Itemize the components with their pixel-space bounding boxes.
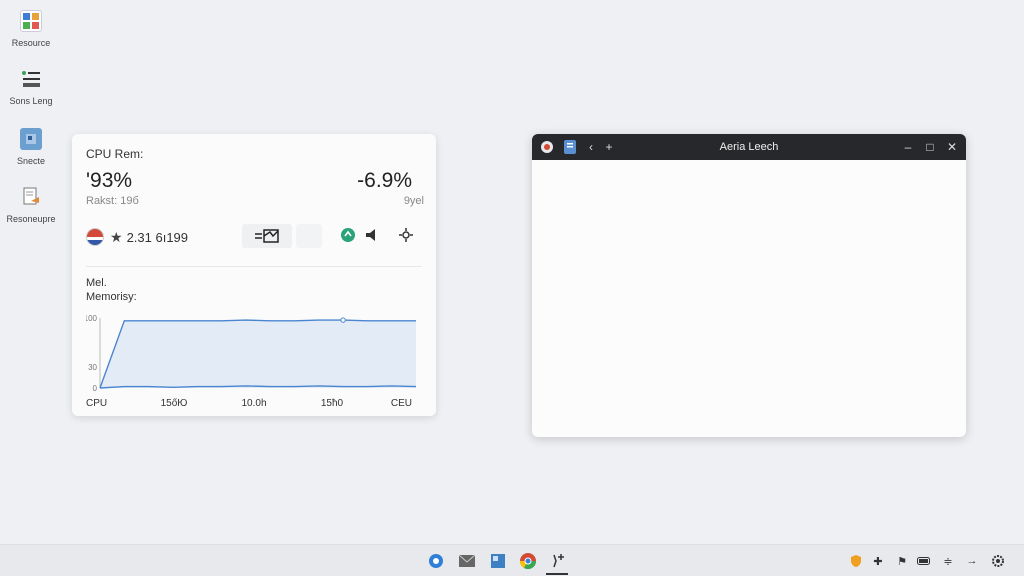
window-content[interactable] bbox=[532, 160, 966, 437]
settings-sparkle-icon[interactable] bbox=[398, 227, 414, 246]
taskbar: ✚ ⚑ ≑ → bbox=[0, 544, 1024, 576]
maximize-button[interactable]: □ bbox=[922, 134, 938, 160]
browser-window[interactable]: ‹ + Aeria Leech – □ ✕ bbox=[532, 134, 966, 437]
mail-icon[interactable] bbox=[457, 551, 477, 571]
desktop-icon-resource[interactable]: Resource bbox=[8, 10, 54, 48]
window-icon bbox=[20, 128, 42, 150]
plus-icon[interactable]: ✚ bbox=[870, 553, 886, 569]
rank-label: Rakst: 19б bbox=[86, 195, 139, 207]
settings-icon[interactable] bbox=[990, 553, 1006, 569]
x-tick-label: 10.0h bbox=[241, 398, 266, 409]
wifi-icon[interactable]: ≑ bbox=[940, 553, 956, 569]
desktop-icon-label: Snecte bbox=[16, 156, 46, 166]
star-icon[interactable]: ★ bbox=[110, 229, 123, 246]
document-edit-icon bbox=[20, 186, 42, 208]
desktop-icon-label: Resoneupre bbox=[6, 214, 56, 224]
widget-title: CPU Rem: bbox=[86, 147, 144, 161]
titlebar: ‹ + Aeria Leech – □ ✕ bbox=[532, 134, 966, 160]
desktop-icon-snecte[interactable]: Snecte bbox=[8, 128, 54, 166]
active-indicator bbox=[546, 573, 568, 575]
chart-flag-icon bbox=[255, 229, 279, 243]
x-tick-label: 15őЮ bbox=[161, 398, 188, 409]
desktop-icon-sons-leng[interactable]: Sons Leng bbox=[8, 68, 54, 106]
battery-icon[interactable] bbox=[916, 553, 932, 569]
change-percent: -6.9% bbox=[357, 169, 412, 192]
list-icon bbox=[20, 68, 42, 90]
resource-icon bbox=[20, 10, 42, 32]
secondary-button[interactable] bbox=[296, 224, 322, 248]
desktop-icon-label: Resource bbox=[11, 38, 51, 48]
gear-badge-icon[interactable] bbox=[426, 551, 446, 571]
memory-label-short: Mel. bbox=[86, 277, 107, 289]
memory-chart: 100 30 0 CPU 15őЮ 10.0h 15ħ0 CEU bbox=[86, 314, 417, 409]
desktop-icon-resoneupre[interactable]: Resoneupre bbox=[6, 186, 56, 224]
cpu-percent: '93% bbox=[86, 169, 133, 192]
x-tick-label: CPU bbox=[86, 398, 107, 409]
cpu-widget: CPU Rem: '93% -6.9% Rakst: 19б 9yel ★ 2.… bbox=[72, 134, 436, 416]
y-tick-label: 100 bbox=[86, 314, 98, 323]
sparkle-icon[interactable] bbox=[548, 551, 568, 571]
y-tick-label: 30 bbox=[88, 363, 97, 372]
x-tick-label: CEU bbox=[391, 398, 412, 409]
series-area bbox=[100, 320, 416, 388]
minimize-button[interactable]: – bbox=[900, 134, 916, 160]
yield-label: 9yel bbox=[403, 195, 424, 207]
refresh-icon[interactable] bbox=[340, 227, 356, 246]
stat-value: 2.31 6ı199 bbox=[126, 229, 189, 245]
divider bbox=[86, 266, 422, 267]
x-tick-label: 15ħ0 bbox=[321, 398, 344, 409]
memory-label: Memorisy: bbox=[86, 291, 137, 303]
arrow-icon[interactable]: → bbox=[964, 553, 980, 569]
desktop-icon-label: Sons Leng bbox=[9, 96, 53, 106]
shield-icon[interactable] bbox=[848, 553, 864, 569]
stat-row: ★ 2.31 6ı199 bbox=[86, 228, 188, 246]
chrome-icon[interactable] bbox=[518, 551, 538, 571]
y-tick-label: 0 bbox=[93, 384, 98, 393]
data-point bbox=[340, 317, 346, 323]
mute-icon[interactable] bbox=[364, 227, 380, 246]
flag-icon[interactable]: ⚑ bbox=[894, 553, 910, 569]
calendar-icon[interactable] bbox=[488, 551, 508, 571]
flag-icon bbox=[86, 228, 104, 246]
close-button[interactable]: ✕ bbox=[944, 134, 960, 160]
chart-view-button[interactable] bbox=[242, 224, 292, 248]
